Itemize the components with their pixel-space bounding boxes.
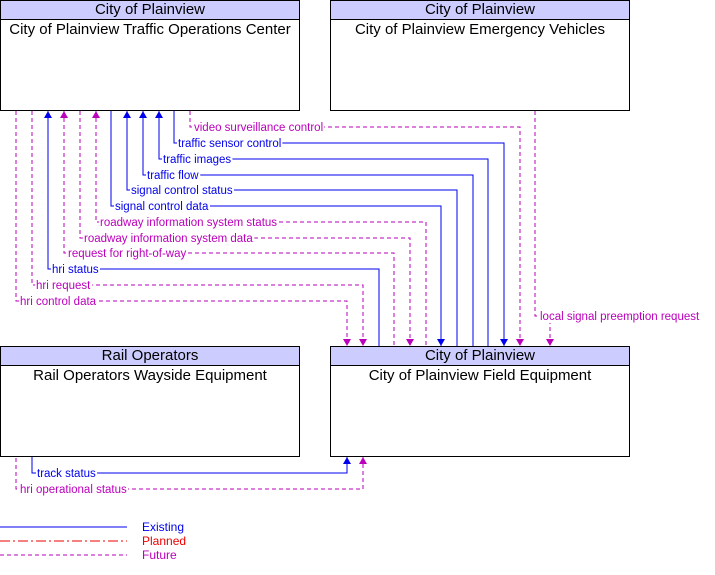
arrowhead-icon xyxy=(44,111,52,118)
flow-local-signal-preemption-request[interactable]: local signal preemption request xyxy=(534,111,701,346)
arrowhead-icon xyxy=(516,339,524,346)
flow-label: video surveillance control xyxy=(194,122,323,134)
flow-label: roadway information system data xyxy=(84,233,253,245)
arrowhead-icon xyxy=(123,111,131,118)
flow-diagram: video surveillance control traffic sensor… xyxy=(15,111,701,496)
arrowhead-icon xyxy=(437,339,445,346)
arrowhead-icon xyxy=(546,339,554,346)
arrowhead-icon xyxy=(92,111,100,118)
arrowhead-icon xyxy=(500,339,508,346)
flow-label: hri control data xyxy=(20,296,97,308)
arrowhead-icon xyxy=(359,457,367,464)
legend-future-label: Future xyxy=(142,548,177,562)
arrowhead-icon xyxy=(60,111,68,118)
flow-label: hri request xyxy=(36,280,91,292)
flow-label: traffic images xyxy=(163,154,231,166)
flow-label: signal control data xyxy=(115,201,209,213)
arrowhead-icon xyxy=(359,339,367,346)
flow-label: track status xyxy=(37,468,96,480)
flow-label: request for right-of-way xyxy=(68,248,186,260)
flow-label: traffic flow xyxy=(147,170,199,182)
flow-label: roadway information system status xyxy=(100,217,277,229)
flow-label: signal control status xyxy=(131,185,233,197)
arrowhead-icon xyxy=(139,111,147,118)
flow-label: hri status xyxy=(52,264,99,276)
flow-label: local signal preemption request xyxy=(540,311,700,323)
legend-existing-label: Existing xyxy=(142,520,185,534)
flow-label: hri operational status xyxy=(20,484,127,496)
arrowhead-icon xyxy=(343,457,351,464)
flow-label: traffic sensor control xyxy=(178,138,281,150)
arrowhead-icon xyxy=(343,339,351,346)
arrowhead-icon xyxy=(155,111,163,118)
legend-planned-label: Planned xyxy=(142,534,187,548)
arrowhead-icon xyxy=(406,339,414,346)
flow-track-status[interactable]: track status xyxy=(31,457,351,480)
